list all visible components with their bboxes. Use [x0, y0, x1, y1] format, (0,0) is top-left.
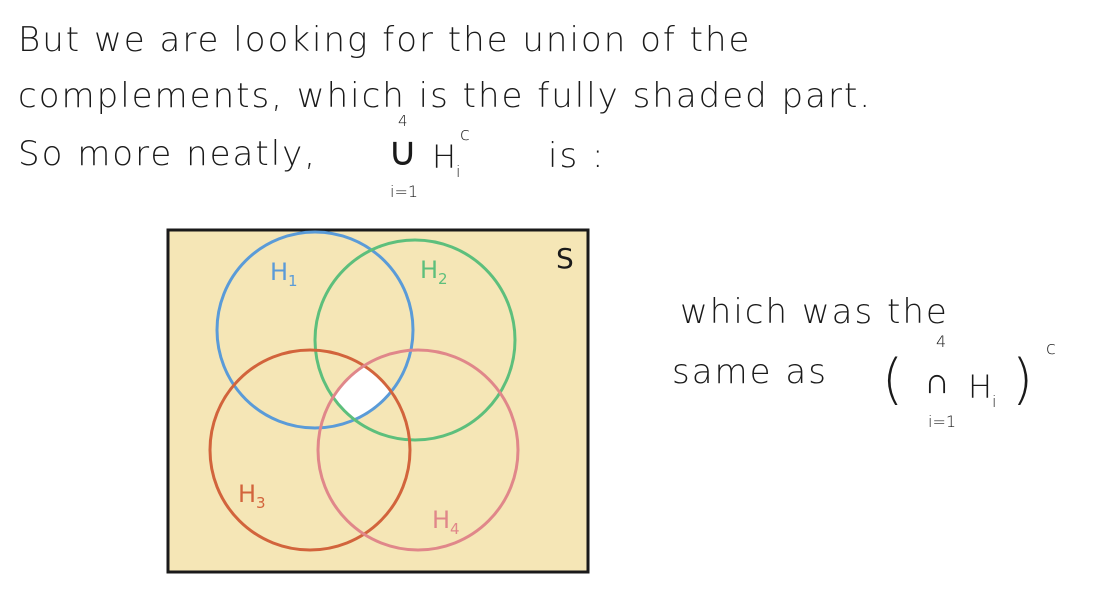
- venn-diagram: S H1 H2 H3 H4: [166, 228, 590, 574]
- universe-label: S: [556, 242, 574, 275]
